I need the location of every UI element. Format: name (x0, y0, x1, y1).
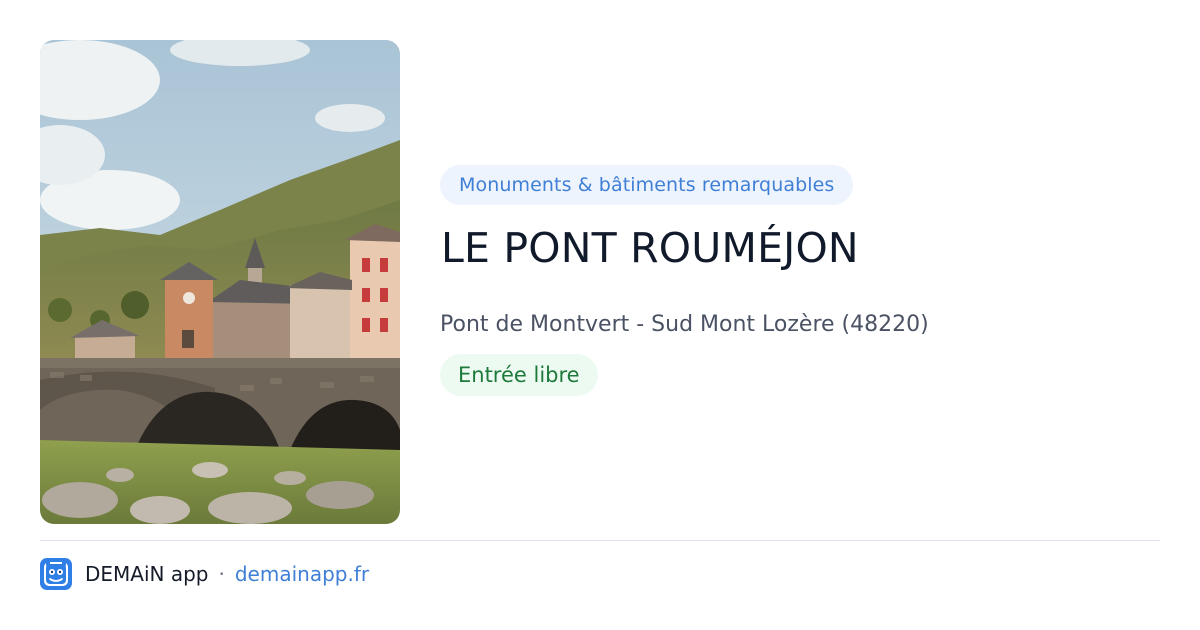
app-name: DEMAiN app (85, 562, 209, 586)
place-info: Monuments & bâtiments remarquables LE PO… (440, 165, 1160, 396)
share-card: Monuments & bâtiments remarquables LE PO… (0, 0, 1200, 630)
place-photo (40, 40, 400, 524)
place-address: Pont de Montvert - Sud Mont Lozère (4822… (440, 312, 929, 337)
domain-link[interactable]: demainapp.fr (235, 562, 369, 586)
place-title: LE PONT ROUMÉJON (441, 224, 859, 272)
footer-separator: · (218, 562, 225, 586)
footer-divider (40, 540, 1160, 541)
footer: DEMAiN app · demainapp.fr (40, 557, 369, 591)
access-badge: Entrée libre (440, 354, 598, 396)
category-badge: Monuments & bâtiments remarquables (440, 165, 854, 205)
demain-logo-icon (40, 558, 72, 590)
